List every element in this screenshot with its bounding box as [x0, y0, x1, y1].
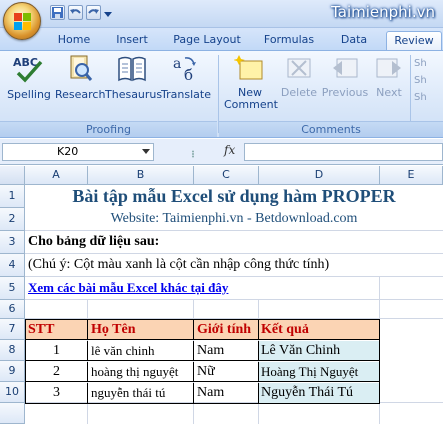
column-header-a[interactable]: A [25, 166, 88, 185]
next-comment-button[interactable]: Next [370, 53, 408, 99]
name-box-value: K20 [57, 145, 79, 158]
table-cell-gender[interactable]: Nam [194, 383, 259, 403]
new-comment-button[interactable]: New Comment [224, 53, 278, 111]
spelling-label: Spelling [7, 88, 51, 101]
formula-input[interactable] [244, 143, 443, 161]
formula-bar: K20 fx [0, 139, 443, 165]
new-comment-label-line2: Comment [224, 98, 278, 111]
watermark: Taimienphi.vn [331, 3, 435, 21]
research-label: Research [55, 88, 106, 101]
sheet-link[interactable]: Xem các bài mẫu Excel khác tại đây [28, 277, 328, 299]
translate-icon: a б [173, 56, 196, 84]
svg-text:б: б [184, 66, 193, 84]
tab-insert[interactable]: Insert [106, 31, 158, 50]
sheet-website[interactable]: Website: Taimienphi.vn - Betdownload.com [25, 208, 443, 230]
row-header-10[interactable]: 10 [0, 382, 25, 403]
row-header-11[interactable] [0, 403, 25, 424]
tab-page-layout[interactable]: Page Layout [166, 31, 248, 50]
row-header-3[interactable]: 3 [0, 231, 25, 254]
table-cell-gender[interactable]: Nam [194, 341, 259, 361]
worksheet-grid[interactable]: A B C D E 1 2 3 4 5 6 7 8 9 10 Bài tập m… [0, 166, 443, 424]
next-comment-icon [376, 58, 401, 78]
table-cell-gender[interactable]: Nữ [194, 362, 259, 382]
previous-comment-button[interactable]: Previous [321, 53, 369, 99]
table-cell-stt[interactable]: 1 [26, 341, 88, 361]
tab-data[interactable]: Data [330, 31, 378, 50]
row-header-8[interactable]: 8 [0, 340, 25, 361]
office-button[interactable] [3, 2, 41, 40]
ribbon-review: ABC Spelling Research Thesaurus a б Tran… [0, 50, 443, 138]
research-icon [70, 55, 93, 81]
name-box[interactable]: K20 [2, 143, 154, 161]
sheet-title[interactable]: Bài tập mẫu Excel sử dụng hàm PROPER [25, 185, 443, 208]
table-header-gioi-tinh[interactable]: Giới tính [194, 320, 259, 340]
tab-home[interactable]: Home [50, 31, 98, 50]
tab-review[interactable]: Review [386, 31, 442, 50]
table-cell-result[interactable]: Nguyễn Thái Tú [259, 383, 379, 403]
office-logo-icon [14, 13, 32, 31]
tab-formulas[interactable]: Formulas [256, 31, 322, 50]
row-header-1[interactable]: 1 [0, 185, 25, 208]
spelling-icon: ABC [13, 56, 43, 83]
delete-comment-button[interactable]: Delete [278, 53, 320, 99]
chevron-down-icon[interactable] [142, 149, 150, 155]
sheet-intro[interactable]: Cho bảng dữ liệu sau: [28, 231, 428, 253]
row-header-7[interactable]: 7 [0, 319, 25, 340]
previous-label: Previous [321, 86, 369, 99]
previous-comment-icon [333, 58, 358, 78]
sheet-note[interactable]: (Chú ý: Cột màu xanh là cột cần nhập côn… [28, 254, 440, 276]
delete-label: Delete [280, 86, 318, 99]
table-cell-name[interactable]: nguyễn thái tú [88, 383, 194, 403]
thesaurus-button[interactable]: Thesaurus [105, 53, 163, 101]
partial-label-3: Sh [414, 92, 427, 103]
table-cell-result[interactable]: Lê Văn Chinh [259, 341, 379, 361]
column-header-c[interactable]: C [194, 166, 259, 185]
redo-icon[interactable] [86, 5, 101, 20]
row-header-2[interactable]: 2 [0, 208, 25, 231]
row-header-4[interactable]: 4 [0, 254, 25, 277]
delete-comment-icon [287, 58, 311, 78]
row-header-6[interactable]: 6 [0, 300, 25, 319]
gridline [25, 299, 443, 300]
table-cell-name[interactable]: hoàng thị nguyệt [88, 362, 194, 382]
undo-icon[interactable] [68, 5, 83, 20]
column-header-d[interactable]: D [259, 166, 380, 185]
table-cell-name[interactable]: lê văn chinh [88, 341, 194, 361]
show-comments-partial[interactable]: Sh Sh Sh [414, 55, 427, 106]
translate-label: Translate [161, 88, 211, 101]
insert-function-icon[interactable]: fx [224, 143, 235, 157]
qat-dropdown-icon[interactable] [104, 8, 112, 17]
table-cell-stt[interactable]: 2 [26, 362, 88, 382]
ribbon-tabs: Home Insert Page Layout Formulas Data Re… [0, 28, 443, 50]
table-cell-stt[interactable]: 3 [26, 383, 88, 403]
table-header-ho-ten[interactable]: Họ Tên [88, 320, 194, 340]
row-header-5[interactable]: 5 [0, 277, 25, 300]
column-header-b[interactable]: B [88, 166, 194, 185]
next-label: Next [376, 86, 402, 99]
table-header-ket-qua[interactable]: Kết quả [259, 320, 379, 340]
table-header-stt[interactable]: STT [26, 320, 88, 340]
save-icon[interactable] [50, 5, 65, 20]
research-button[interactable]: Research [55, 53, 105, 101]
thesaurus-icon [118, 56, 146, 82]
partial-label-1: Sh [414, 58, 427, 69]
thesaurus-label: Thesaurus [105, 88, 163, 101]
column-header-e[interactable]: E [380, 166, 443, 185]
comments-group-label: Comments [219, 121, 443, 137]
table-cell-result[interactable]: Hoàng Thị Nguyệt [259, 362, 379, 382]
formula-bar-handle-icon[interactable] [190, 148, 196, 158]
proofing-group-label: Proofing [0, 121, 217, 137]
new-comment-icon [234, 55, 263, 80]
partial-label-2: Sh [414, 75, 427, 86]
title-bar: Taimienphi.vn [0, 0, 443, 28]
spelling-button[interactable]: ABC Spelling [5, 53, 53, 101]
svg-text:a: a [173, 56, 181, 72]
select-all-corner[interactable] [0, 166, 25, 185]
row-header-9[interactable]: 9 [0, 361, 25, 382]
translate-button[interactable]: a б Translate [160, 53, 212, 101]
